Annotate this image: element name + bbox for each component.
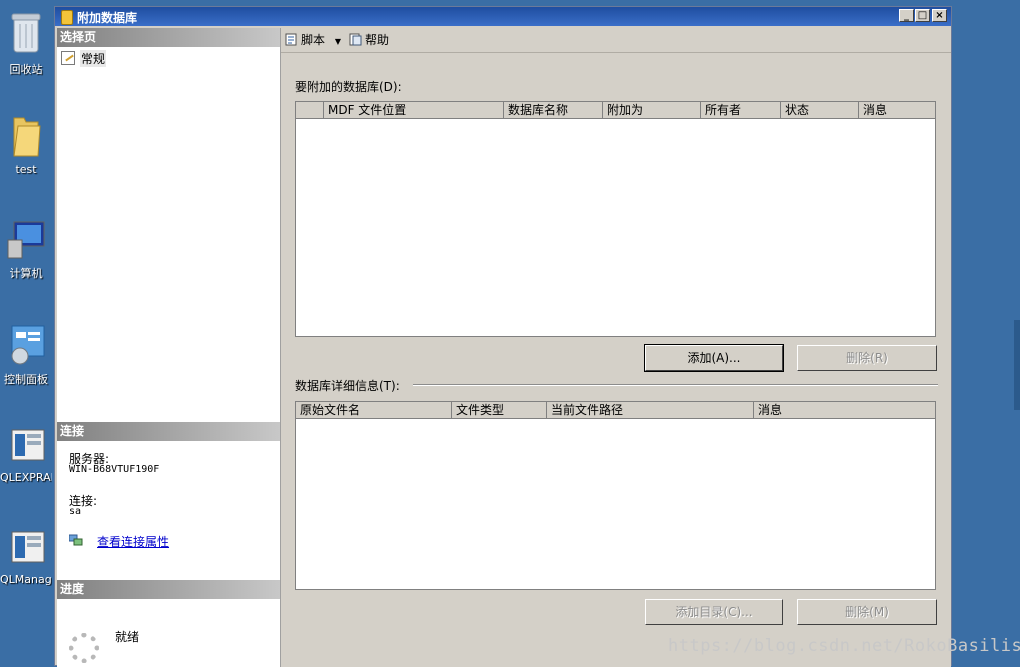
control-panel-icon — [11, 325, 45, 365]
chevron-down-icon[interactable]: ▼ — [335, 37, 341, 46]
progress-header: 进度 — [57, 580, 280, 599]
select-page-header: 选择页 — [57, 28, 280, 47]
view-connection-properties-link[interactable]: 查看连接属性 — [97, 533, 169, 550]
details-grid-header: 原始文件名 文件类型 当前文件路径 消息 — [296, 402, 935, 419]
desktop-icon-label: 计算机 — [9, 267, 43, 280]
attach-databases-grid[interactable]: MDF 文件位置 数据库名称 附加为 所有者 状态 消息 — [295, 101, 936, 337]
title-bar[interactable]: 附加数据库 _ □ × — [55, 7, 951, 26]
computer-icon — [7, 221, 45, 259]
minimize-button[interactable]: _ — [899, 9, 914, 22]
remove-file-button[interactable]: 删除(M) — [797, 599, 937, 625]
remove-database-button[interactable]: 删除(R) — [797, 345, 937, 371]
desktop-icon-label: 控制面板 — [4, 373, 48, 386]
script-icon — [285, 33, 297, 46]
column-header-original-file-name[interactable]: 原始文件名 — [296, 402, 452, 419]
desktop-icon-recycle-bin[interactable]: 回收站 — [0, 10, 52, 77]
window-title: 附加数据库 — [77, 11, 138, 25]
app-shortcut-icon — [11, 429, 45, 461]
attach-grid-header: MDF 文件位置 数据库名称 附加为 所有者 状态 消息 — [296, 102, 935, 119]
add-button[interactable]: 添加(A)... — [644, 344, 784, 372]
column-header-current-file-path[interactable]: 当前文件路径 — [547, 402, 754, 419]
add-catalog-button[interactable]: 添加目录(C)... — [645, 599, 783, 625]
recycle-bin-icon — [11, 13, 41, 53]
connection-value: sa — [69, 506, 82, 517]
help-label: 帮助 — [365, 33, 390, 47]
desktop-background — [952, 0, 1020, 666]
desktop-icon-test-folder[interactable]: test — [0, 112, 52, 176]
server-value: WIN-B68VTUF190F — [69, 464, 160, 475]
attach-database-dialog: 附加数据库 _ □ × 选择页 常规 连接 服务器: WIN-B68VTUF19… — [54, 6, 952, 667]
background-window-edge — [1014, 320, 1020, 410]
help-button[interactable]: 帮助 — [349, 32, 389, 48]
app-shortcut-icon — [11, 531, 45, 563]
column-header-status[interactable]: 状态 — [781, 102, 859, 119]
desktop-icon-label: test — [15, 163, 37, 176]
connection-header: 连接 — [57, 422, 280, 441]
page-item-label: 常规 — [80, 50, 107, 67]
column-header-attach-as[interactable]: 附加为 — [603, 102, 701, 119]
script-label: 脚本 — [301, 33, 326, 47]
desktop-icon-label: QLEXPRAD — [0, 471, 52, 484]
script-button[interactable]: 脚本 ▼ — [285, 32, 341, 48]
watermark-text: https://blog.csdn.net/RokoBasilisk — [668, 636, 1020, 656]
progress-status: 就绪 — [115, 630, 140, 644]
toolbar: 脚本 ▼ 帮助 — [281, 28, 951, 53]
section-divider — [413, 384, 938, 386]
column-header-mdf-location[interactable]: MDF 文件位置 — [324, 102, 504, 119]
left-pane: 选择页 常规 连接 服务器: WIN-B68VTUF190F 连接: sa 查看… — [57, 28, 281, 667]
database-details-grid[interactable]: 原始文件名 文件类型 当前文件路径 消息 — [295, 401, 936, 590]
desktop-icon-control-panel[interactable]: 控制面板 — [0, 324, 52, 387]
column-header-database-name[interactable]: 数据库名称 — [504, 102, 603, 119]
help-icon — [349, 33, 362, 46]
desktop-icon-computer[interactable]: 计算机 — [0, 218, 52, 281]
close-button[interactable]: × — [932, 9, 947, 22]
desktop-icon-qlexprad[interactable]: QLEXPRAD — [0, 426, 52, 484]
desktop-icon-label: 回收站 — [9, 63, 43, 76]
column-header-message[interactable]: 消息 — [754, 402, 935, 419]
progress-spinner-icon — [69, 633, 99, 663]
folder-icon — [13, 117, 41, 157]
column-header-owner[interactable]: 所有者 — [701, 102, 781, 119]
database-details-label: 数据库详细信息(T): — [295, 379, 400, 393]
general-page-icon — [61, 51, 75, 65]
column-header-message[interactable]: 消息 — [859, 102, 935, 119]
column-header-select[interactable] — [296, 102, 324, 119]
column-header-file-type[interactable]: 文件类型 — [452, 402, 547, 419]
desktop-icon-qlmanage[interactable]: QLManage — [0, 528, 52, 586]
attach-databases-label: 要附加的数据库(D): — [295, 80, 402, 94]
maximize-button[interactable]: □ — [915, 9, 930, 22]
desktop-icon-label: QLManage — [0, 573, 52, 586]
database-icon — [61, 10, 73, 25]
right-pane: 脚本 ▼ 帮助 要附加的数据库(D): MDF 文件位置 数据库名称 附加为 所… — [281, 28, 951, 667]
connection-properties-icon[interactable] — [69, 534, 83, 546]
